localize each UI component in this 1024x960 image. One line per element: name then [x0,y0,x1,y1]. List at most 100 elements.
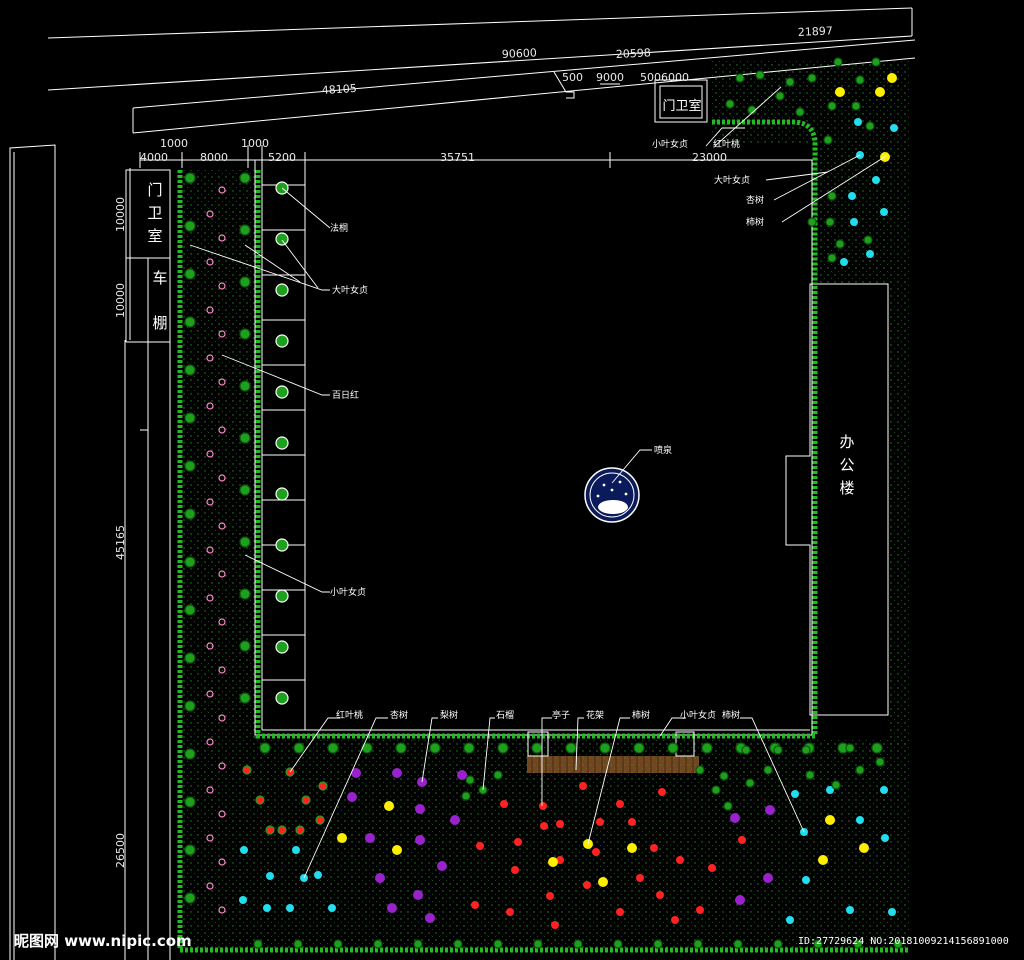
tree-symbol [596,818,604,826]
office-label-2: 公 [839,456,854,474]
tree-symbol [533,939,543,949]
tree-symbol [265,825,275,835]
tree-symbol [855,75,865,85]
tree-symbol [375,873,385,883]
tree-symbol [730,813,740,823]
tree-symbol [253,939,263,949]
label-fountain: 喷泉 [654,444,672,456]
tree-symbol [850,218,858,226]
tree-symbol [239,896,247,904]
tree-symbol [599,742,611,754]
tree-symbol [856,816,864,824]
tree-symbol [786,916,794,924]
tree-symbol [613,939,623,949]
label-persimmon-right: 柿树 [746,216,764,228]
left-road [9,144,171,960]
tree-symbol [461,791,471,801]
tree-symbol [239,484,251,496]
tree-symbol [184,508,196,520]
tree-symbol [708,864,716,872]
tree-symbol [415,835,425,845]
tree-symbol [361,742,373,754]
tree-symbol [628,818,636,826]
label-crape-myrtle: 百日红 [332,389,359,401]
tree-symbol [693,939,703,949]
tree-symbol [802,876,810,884]
tree-symbol [266,872,274,880]
tree-symbol [184,364,196,376]
tree-symbol [463,742,475,754]
tree-symbol [184,556,196,568]
tree-symbol [583,881,591,889]
tree-symbol [465,775,475,785]
tree-symbol [184,172,196,184]
office-label-3: 楼 [839,479,854,497]
dim-5200: 5200 [268,151,296,164]
tree-symbol [184,316,196,328]
tree-symbol [725,99,735,109]
tree-symbol [318,781,328,791]
tree-symbol [573,939,583,949]
tree-symbol [392,845,402,855]
label-bottom-pomegranate: 石榴 [496,709,514,721]
dim-90600: 90600 [502,46,538,61]
tree-symbol [831,780,841,790]
tree-symbol [795,107,805,117]
tree-symbol [719,771,729,781]
tree-symbol [347,792,357,802]
tree-symbol [239,276,251,288]
dim-21897: 21897 [798,24,834,39]
tree-symbol [239,536,251,548]
tree-symbol [827,101,837,111]
tree-symbol [511,866,519,874]
tree-symbol [650,844,658,852]
tree-symbol [239,432,251,444]
tree-symbol [292,846,300,854]
tree-symbol [275,691,289,705]
tree-symbol [888,908,896,916]
tree-symbol [735,73,745,83]
tree-symbol [184,844,196,856]
dim-26500: 26500 [114,833,127,868]
gate-house-left-label-2: 卫 [147,204,162,222]
dim-1000-b: 1000 [241,137,269,150]
tree-symbol [514,838,522,846]
tree-symbol [880,208,888,216]
tree-symbol [871,742,883,754]
tree-symbol [413,939,423,949]
tree-symbol [500,800,508,808]
tree-symbol [656,891,664,899]
label-bottom-red-peach: 红叶桃 [336,709,363,721]
dim-45165: 45165 [114,525,127,560]
tree-symbol [801,745,811,755]
tree-symbol [773,939,783,949]
label-ligustrum-large: 大叶女贞 [332,284,368,296]
tree-symbol [633,742,645,754]
label-large-ligustrum-right: 大叶女贞 [714,174,750,186]
dim-20598: 20598 [616,46,652,61]
tree-symbol [275,283,289,297]
tree-symbol [275,334,289,348]
tree-symbol [735,895,745,905]
tree-symbol [239,224,251,236]
tree-symbol [184,460,196,472]
tree-symbol [890,124,898,132]
office-label-1: 办 [839,433,854,451]
tree-symbol [275,487,289,501]
lawns [183,60,910,950]
tree-symbol [184,892,196,904]
tree-symbol [239,692,251,704]
tree-symbol [314,871,322,879]
tree-symbol [711,785,721,795]
plant-labels: 法桐 大叶女贞 百日红 小叶女贞 小叶女贞 红叶桃 大叶女贞 杏树 柿树 喷泉 … [330,138,764,721]
tree-symbol [854,118,862,126]
tree-symbol [872,176,880,184]
tree-symbol [301,795,311,805]
tree-symbol [733,939,743,949]
tree-symbol [875,757,885,767]
tree-symbol [493,939,503,949]
tree-symbol [259,742,271,754]
tree-symbol [827,253,837,263]
tree-symbol [827,191,837,201]
tree-symbol [184,652,196,664]
